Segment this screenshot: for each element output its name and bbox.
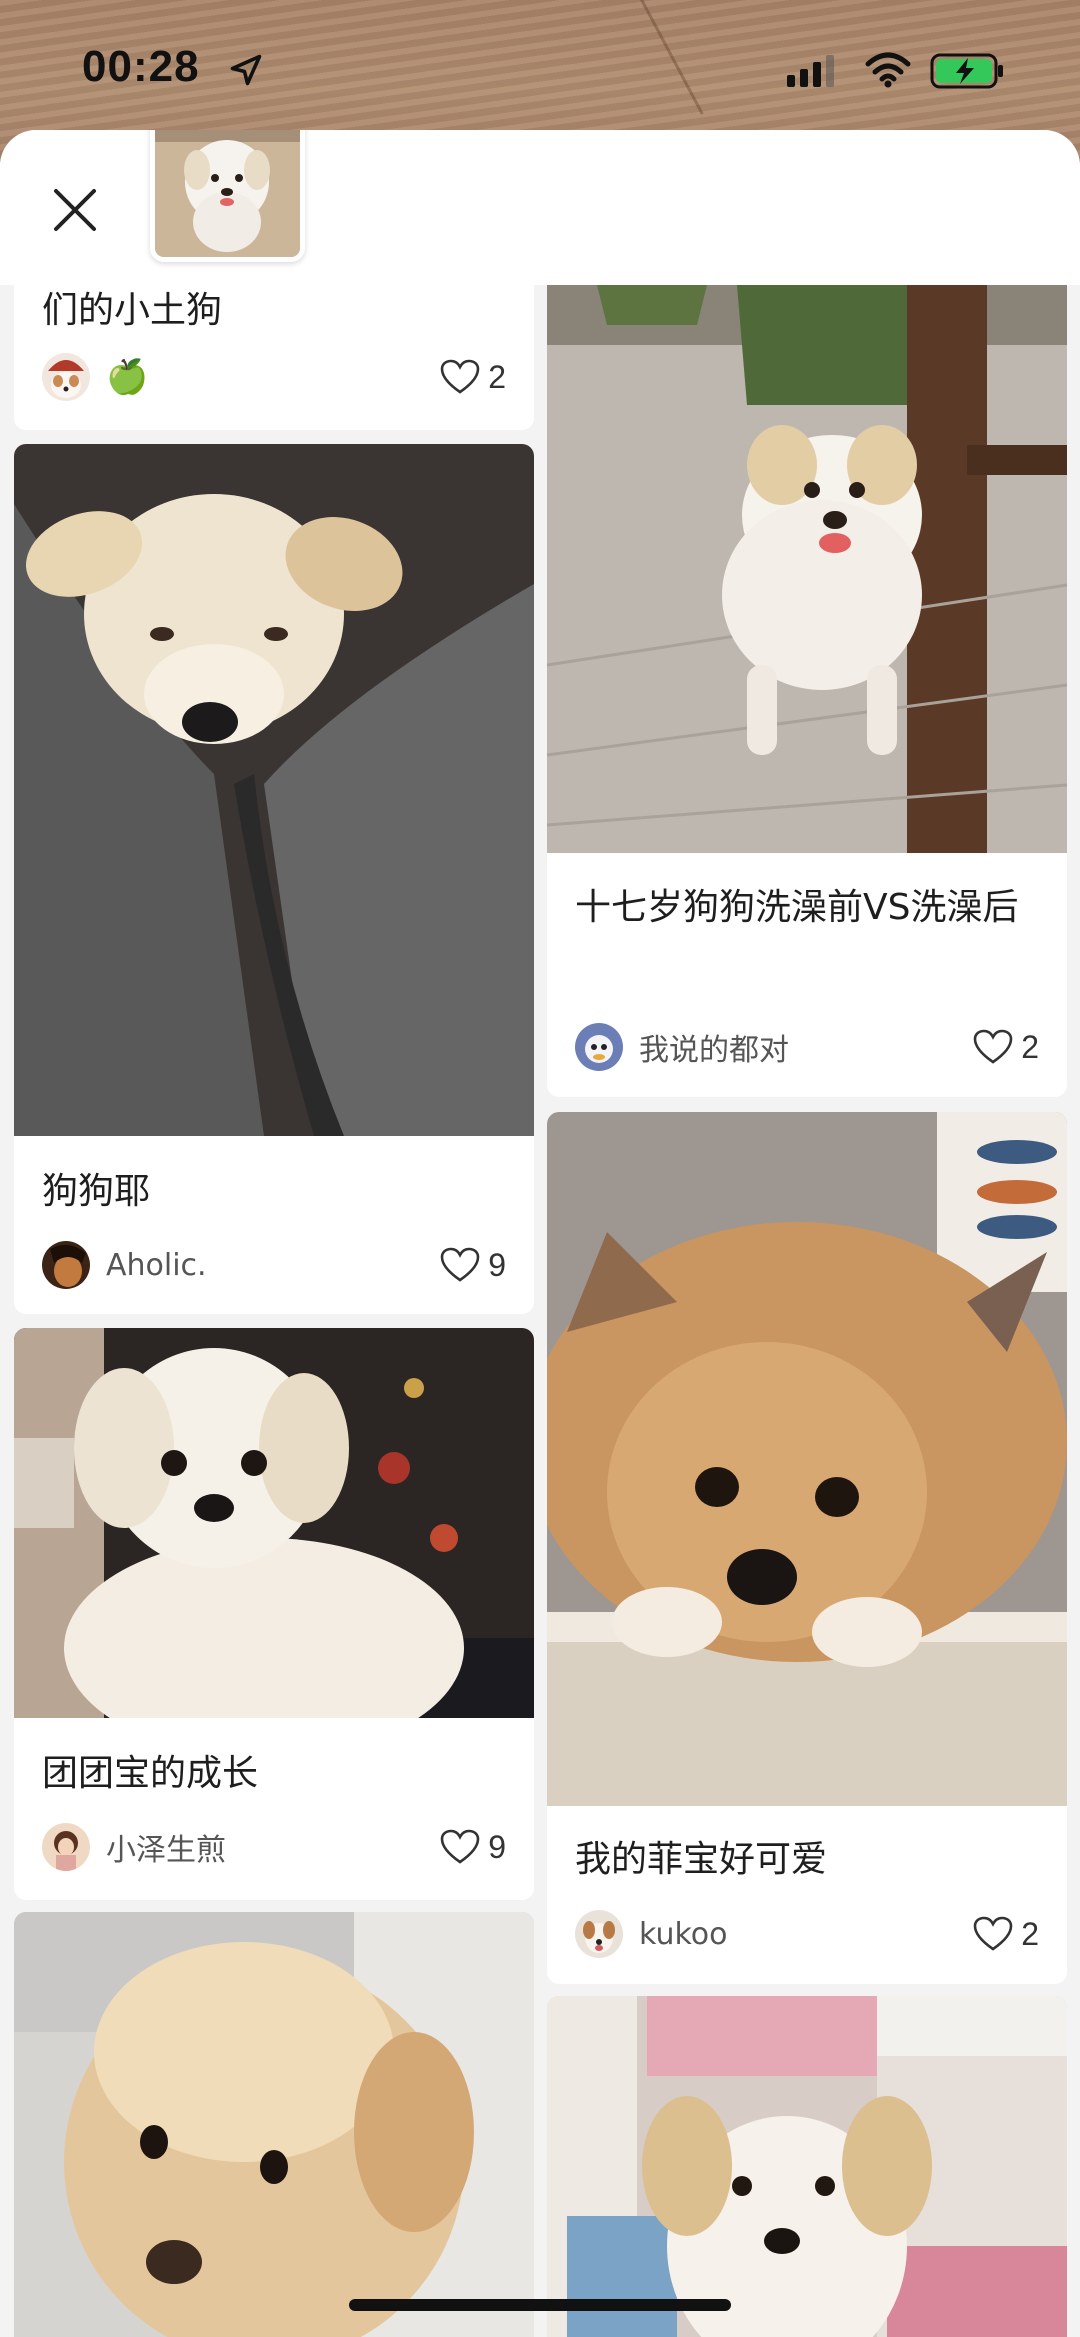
- card-title: 狗狗耶: [42, 1171, 151, 1212]
- like-count: 9: [488, 1246, 506, 1283]
- close-icon[interactable]: [50, 185, 100, 235]
- post-photo[interactable]: [14, 444, 534, 1136]
- username[interactable]: 小泽生煎: [106, 1825, 440, 1869]
- avatar[interactable]: [42, 1823, 90, 1871]
- username[interactable]: 🍏: [106, 357, 440, 397]
- feed-sheet[interactable]: 们的小土狗 们的小土狗 🍏 2: [0, 130, 1080, 2337]
- card-title: 团团宝的成长: [42, 1753, 259, 1794]
- like-count: 2: [488, 358, 506, 395]
- feed-card[interactable]: [547, 1996, 1067, 2337]
- post-photo[interactable]: [547, 1996, 1067, 2337]
- like-count: 2: [1021, 1915, 1039, 1952]
- cellular-signal-icon: [787, 55, 834, 87]
- heart-icon: [973, 1029, 1013, 1064]
- avatar[interactable]: [575, 1910, 623, 1958]
- card-meta: 我说的都对 2: [575, 1022, 1039, 1072]
- card-title: 我的菲宝好可爱: [575, 1839, 828, 1880]
- battery-charging-icon: [930, 53, 1003, 89]
- feed-card-footer[interactable]: 们的小土狗 🍏 2: [14, 285, 534, 430]
- avatar[interactable]: [42, 353, 90, 401]
- like-count: 9: [488, 1828, 506, 1865]
- like-button[interactable]: 2: [973, 1916, 1039, 1953]
- heart-icon: [440, 1247, 480, 1282]
- card-meta: 小泽生煎 9: [42, 1822, 506, 1872]
- username[interactable]: kukoo: [639, 1917, 973, 1952]
- like-button[interactable]: 2: [973, 1029, 1039, 1066]
- post-photo[interactable]: [547, 1112, 1067, 1806]
- feed-card[interactable]: 我的菲宝好可爱 kukoo 2: [547, 1112, 1067, 1984]
- feed-card[interactable]: 团团宝的成长 小泽生煎 9: [14, 1328, 534, 1900]
- post-photo[interactable]: [14, 1912, 534, 2337]
- post-photo[interactable]: [14, 1328, 534, 1718]
- feed-card[interactable]: 十七岁狗狗洗澡前VS洗澡后 我说的都对 2: [547, 285, 1067, 1097]
- home-indicator[interactable]: [349, 2299, 731, 2311]
- heart-icon: [440, 359, 480, 394]
- card-title: 们的小土狗: [42, 290, 223, 331]
- card-meta: Aholic. 9: [42, 1240, 506, 1290]
- card-meta: kukoo 2: [575, 1909, 1039, 1959]
- feed-card[interactable]: [14, 1912, 534, 2337]
- card-meta: 🍏 2: [42, 352, 506, 402]
- username[interactable]: 我说的都对: [639, 1025, 973, 1069]
- post-photo[interactable]: [547, 285, 1067, 853]
- username[interactable]: Aholic.: [106, 1248, 440, 1283]
- like-button[interactable]: 2: [440, 359, 506, 396]
- avatar[interactable]: [575, 1023, 623, 1071]
- selected-photo-thumbnail[interactable]: [150, 130, 305, 262]
- status-time: 00:28: [82, 42, 200, 91]
- feed-card[interactable]: 狗狗耶 Aholic. 9: [14, 444, 534, 1314]
- avatar[interactable]: [42, 1241, 90, 1289]
- wifi-icon: [865, 52, 911, 88]
- card-title: 十七岁狗狗洗澡前VS洗澡后: [575, 887, 1019, 928]
- like-button[interactable]: 9: [440, 1247, 506, 1284]
- like-button[interactable]: 9: [440, 1829, 506, 1866]
- heart-icon: [440, 1829, 480, 1864]
- heart-icon: [973, 1916, 1013, 1951]
- location-arrow-icon: [230, 54, 262, 86]
- like-count: 2: [1021, 1028, 1039, 1065]
